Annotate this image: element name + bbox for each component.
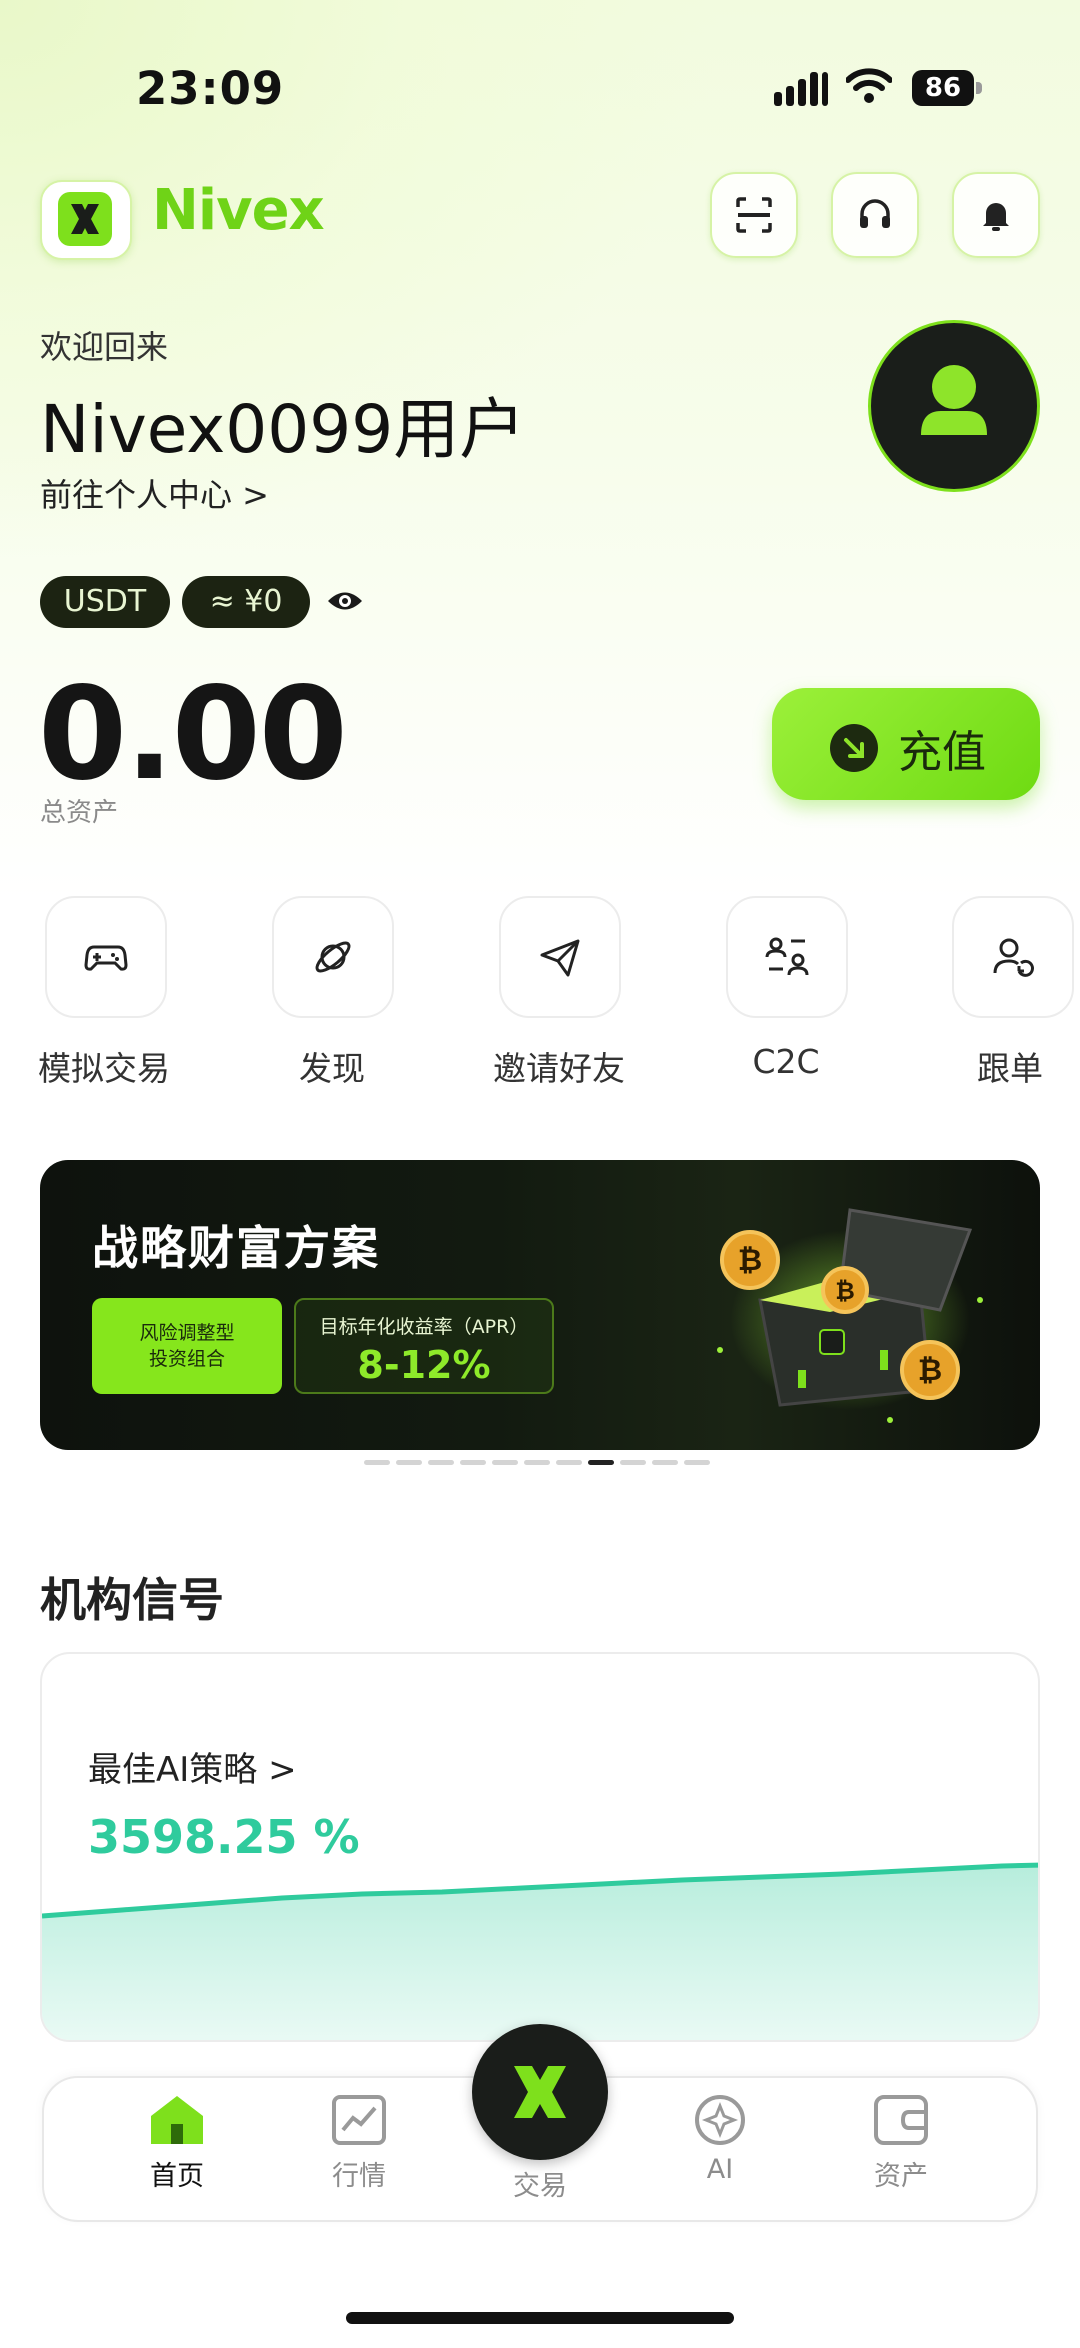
nav-label: 行情 xyxy=(332,2161,386,2192)
home-indicator[interactable] xyxy=(346,2312,734,2324)
total-balance: 0.00 xyxy=(38,660,348,809)
quick-action-discover[interactable] xyxy=(272,896,394,1018)
pagination-dot[interactable] xyxy=(492,1460,518,1465)
nav-label[interactable]: 交易 xyxy=(470,2164,610,2203)
brand-logo-text: Nivex xyxy=(152,178,325,243)
copy-trade-icon xyxy=(993,938,1034,977)
battery-indicator: 86 xyxy=(912,70,984,106)
deposit-button[interactable]: 充值 xyxy=(772,688,1040,800)
nav-markets[interactable]: 行情 xyxy=(289,2094,429,2193)
quick-action-label: 模拟交易 xyxy=(38,1049,170,1088)
deposit-label: 充值 xyxy=(898,727,986,778)
pagination-dot[interactable] xyxy=(460,1460,486,1465)
strategy-sparkline xyxy=(42,1862,1038,2040)
quick-action-label: 跟单 xyxy=(977,1049,1043,1088)
quick-action-simulated-trading[interactable] xyxy=(45,896,167,1018)
pagination-dot[interactable] xyxy=(428,1460,454,1465)
svg-text:₿: ₿ xyxy=(835,1277,855,1305)
battery-cap xyxy=(976,82,982,94)
banner-risk-tag: 风险调整型 投资组合 xyxy=(92,1298,282,1394)
headset-icon xyxy=(860,199,890,228)
profile-link[interactable]: 前往个人中心 > xyxy=(40,470,269,516)
pagination-dot[interactable] xyxy=(396,1460,422,1465)
treasure-chest-icon: ₿ ₿ ₿ xyxy=(717,1208,983,1423)
chart-icon xyxy=(332,2095,386,2145)
arrow-down-right-icon xyxy=(830,724,878,772)
currency-selector[interactable]: USDT xyxy=(40,576,170,628)
username: Nivex0099用户 xyxy=(40,391,526,468)
scan-button[interactable] xyxy=(710,172,798,258)
wifi-icon xyxy=(846,68,892,103)
avatar[interactable] xyxy=(868,320,1040,492)
banner-risk-line: 风险调整型 xyxy=(139,1322,235,1344)
section-title: 机构信号 xyxy=(40,1573,224,1627)
support-button[interactable] xyxy=(831,172,919,258)
planet-icon xyxy=(315,941,351,973)
strategy-card[interactable]: 最佳AI策略 > 3598.25 % xyxy=(40,1652,1040,2042)
quick-action-label: 邀请好友 xyxy=(493,1049,625,1088)
banner-apr-box: 目标年化收益率（APR） 8-12% xyxy=(294,1298,554,1394)
strategy-card-return: 3598.25 % xyxy=(88,1810,360,1864)
total-balance-label: 总资产 xyxy=(40,798,119,828)
ai-icon xyxy=(695,2095,745,2145)
promo-banner[interactable]: 战略财富方案 风险调整型 投资组合 目标年化收益率（APR） 8-12% ₿ ₿… xyxy=(40,1160,1040,1450)
nav-trade-button[interactable] xyxy=(472,2024,608,2160)
quick-action-label: 发现 xyxy=(299,1049,365,1088)
nav-home[interactable]: 首页 xyxy=(107,2094,247,2193)
svg-text:₿: ₿ xyxy=(918,1353,942,1388)
quick-action-label: C2C xyxy=(752,1042,820,1081)
user-icon xyxy=(921,365,987,435)
nav-label: 首页 xyxy=(150,2161,204,2192)
cellular-signal-icon xyxy=(774,72,828,106)
status-time: 23:09 xyxy=(136,62,285,115)
c2c-icon xyxy=(765,937,809,976)
gamepad-icon xyxy=(84,945,128,971)
banner-apr-label: 目标年化收益率（APR） xyxy=(319,1316,529,1338)
battery-level: 86 xyxy=(912,70,974,106)
pagination-dot[interactable] xyxy=(524,1460,550,1465)
nav-label: AI xyxy=(706,2154,734,2185)
pagination-dot[interactable] xyxy=(684,1460,710,1465)
quick-action-c2c[interactable] xyxy=(726,896,848,1018)
pagination-dot[interactable] xyxy=(588,1460,614,1465)
bell-icon xyxy=(983,203,1009,231)
fiat-estimate: ≈ ¥0 xyxy=(182,576,310,628)
nav-ai[interactable]: AI xyxy=(650,2094,790,2185)
home-icon xyxy=(151,2096,203,2144)
banner-apr-value: 8-12% xyxy=(357,1343,491,1387)
welcome-text: 欢迎回来 xyxy=(40,328,169,366)
pagination-dot[interactable] xyxy=(620,1460,646,1465)
svg-text:₿: ₿ xyxy=(738,1243,762,1278)
banner-title: 战略财富方案 xyxy=(92,1221,380,1275)
logo-icon xyxy=(58,192,112,246)
send-icon xyxy=(540,939,580,977)
quick-action-invite-friends[interactable] xyxy=(499,896,621,1018)
quick-action-copy-trading[interactable] xyxy=(952,896,1074,1018)
logo-badge[interactable] xyxy=(40,180,132,260)
scan-icon xyxy=(736,197,772,233)
strategy-card-label[interactable]: 最佳AI策略 > xyxy=(88,1742,297,1791)
pagination-dot[interactable] xyxy=(556,1460,582,1465)
eye-icon[interactable] xyxy=(326,586,364,616)
nav-assets[interactable]: 资产 xyxy=(831,2094,971,2193)
pagination-dot[interactable] xyxy=(364,1460,390,1465)
pagination-dot[interactable] xyxy=(652,1460,678,1465)
trade-x-icon xyxy=(514,2066,566,2118)
nav-label: 资产 xyxy=(874,2161,928,2192)
wallet-icon xyxy=(874,2095,928,2145)
banner-risk-line: 投资组合 xyxy=(148,1348,225,1370)
notifications-button[interactable] xyxy=(952,172,1040,258)
